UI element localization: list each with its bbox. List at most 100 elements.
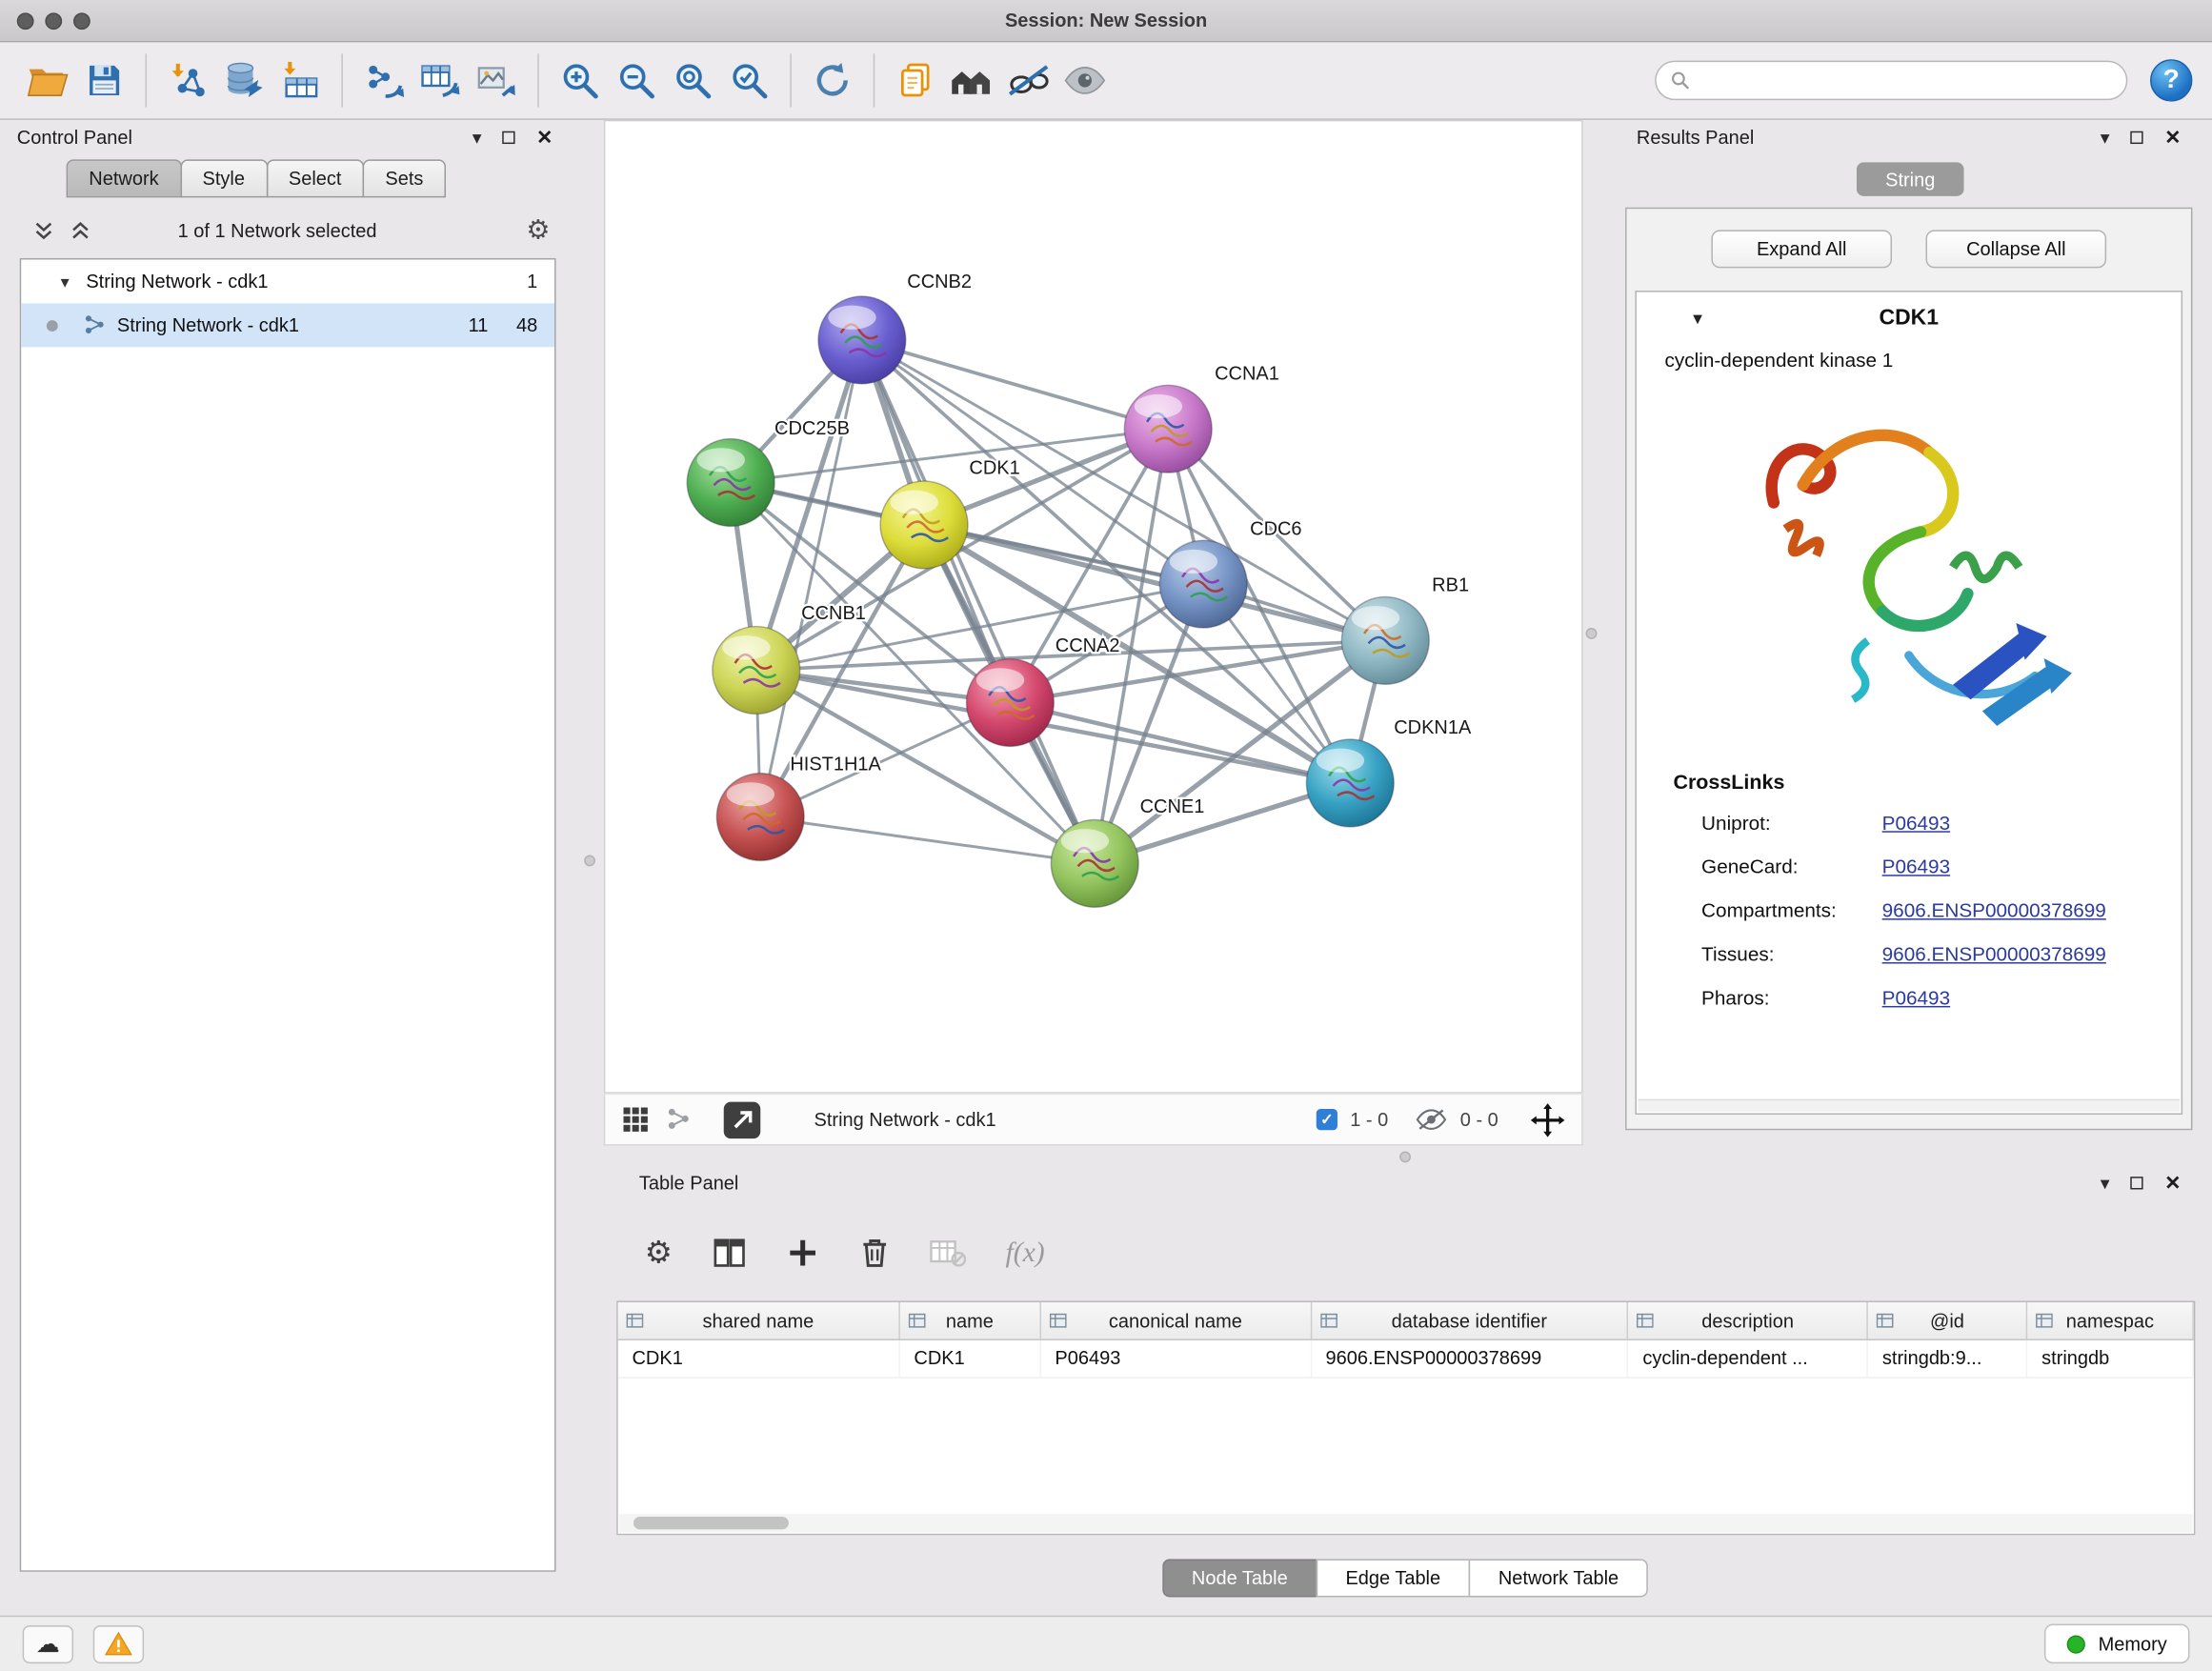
zoom-out-icon [615,59,657,101]
tab-node-table[interactable]: Node Table [1162,1559,1317,1597]
float-panel-icon[interactable]: ▾ [2101,1173,2110,1191]
maximize-panel-icon[interactable] [2131,131,2143,143]
network-node-cdkn1a[interactable]: CDKN1A [1306,717,1472,827]
column-header[interactable]: description [1629,1302,1869,1339]
scrollbar-thumb[interactable] [633,1517,789,1529]
network-view-icon[interactable] [666,1106,693,1133]
close-panel-icon[interactable]: ✕ [2164,1173,2181,1193]
graphics-details-button[interactable] [1056,50,1113,110]
delete-trash-icon[interactable] [859,1236,891,1270]
search-icon [1670,70,1690,91]
cloud-status-button[interactable]: ☁ [23,1624,73,1662]
collection-disclosure-icon[interactable]: ▾ [61,272,87,292]
expand-all-icon[interactable] [70,220,90,241]
horizontal-splitter-handle[interactable] [1399,1151,1411,1162]
export-image-button[interactable] [469,50,525,110]
function-builder-button[interactable]: f(x) [1006,1237,1045,1269]
pan-crosshair-icon[interactable] [1531,1102,1565,1137]
network-row[interactable]: String Network - cdk1 11 48 [21,303,554,347]
close-panel-icon[interactable]: ✕ [2164,127,2181,147]
column-header[interactable]: name [900,1302,1041,1339]
zoom-in-button[interactable] [552,50,608,110]
crosslink-value-link[interactable]: P06493 [1882,811,1951,834]
vertical-splitter-handle[interactable] [584,855,595,866]
copy-pages-button[interactable] [888,50,944,110]
network-edge[interactable] [862,340,1168,429]
maximize-window-button[interactable] [73,12,90,30]
save-session-button[interactable] [76,50,132,110]
maximize-panel-icon[interactable] [503,131,515,143]
import-network-file-button[interactable] [159,50,215,110]
import-network-icon [167,59,209,101]
crosslink-value-link[interactable]: P06493 [1882,985,1951,1008]
tab-network[interactable]: Network [67,159,182,197]
network-view-canvas[interactable]: CCNB2CCNA1CDC25BCDK1CDC6RB1CCNB1CCNA2CDK… [604,120,1583,1094]
tab-network-table[interactable]: Network Table [1469,1559,1649,1597]
zoom-out-button[interactable] [608,50,664,110]
warnings-button[interactable] [93,1624,144,1662]
fit-content-button[interactable] [665,50,721,110]
results-horizontal-scrollbar[interactable] [1638,1099,2180,1112]
network-selection-icon [363,59,405,101]
add-column-plus-icon[interactable] [786,1236,820,1270]
crosslink-value-link[interactable]: 9606.ENSP00000378699 [1882,898,2106,921]
import-table-file-button[interactable] [272,50,329,110]
column-type-icon [2036,1312,2053,1333]
selected-checkbox-icon[interactable]: ✓ [1317,1109,1337,1130]
collapse-all-icon[interactable] [34,220,54,241]
tab-style[interactable]: Style [180,159,268,197]
close-window-button[interactable] [17,12,34,30]
table-options-gear-icon[interactable]: ⚙ [645,1235,673,1272]
column-header[interactable]: database identifier [1312,1302,1629,1339]
minimize-window-button[interactable] [45,12,62,30]
table-panel: Table Panel ▾ ✕ ⚙ f(x) shared namenameca… [616,1165,2195,1615]
float-panel-icon[interactable]: ▾ [473,128,482,146]
home-networks-button[interactable] [944,50,1000,110]
birdseye-view-button[interactable] [724,1101,761,1138]
float-panel-icon[interactable]: ▾ [2101,128,2110,146]
expand-all-button[interactable]: Expand All [1711,230,1892,268]
network-node-ccna1[interactable]: CCNA1 [1124,363,1279,473]
gene-disclosure-icon[interactable]: ▾ [1693,308,1702,331]
show-columns-icon[interactable] [713,1236,747,1270]
network-node-rb1[interactable]: RB1 [1341,575,1469,685]
column-header[interactable]: namespac [2027,1302,2194,1339]
open-session-button[interactable] [20,50,76,110]
table-horizontal-scrollbar[interactable] [619,1514,2192,1532]
network-node-hist1h1a[interactable]: HIST1H1A [716,755,881,861]
network-node-ccnb1[interactable]: CCNB1 [713,603,866,714]
network-node-cdk1[interactable]: CDK1 [880,458,1020,569]
vertical-splitter-handle[interactable] [1586,628,1598,639]
collapse-all-button[interactable]: Collapse All [1926,230,2107,268]
crosslink-label: GeneCard: [1701,855,1882,877]
memory-button[interactable]: Memory [2044,1624,2189,1663]
network-edge[interactable] [760,340,862,817]
column-header[interactable]: canonical name [1041,1302,1312,1339]
maximize-panel-icon[interactable] [2131,1176,2143,1188]
network-options-gear-icon[interactable]: ⚙ [526,214,550,247]
search-input[interactable] [1700,70,2112,91]
toolbar-search[interactable] [1655,61,2127,100]
string-structures-toggle-button[interactable] [1000,50,1056,110]
network-edge[interactable] [862,340,1095,863]
new-network-from-selection-button[interactable] [355,50,412,110]
crosslink-value-link[interactable]: P06493 [1882,855,1951,877]
table-row[interactable]: CDK1CDK1P064939606.ENSP00000378699cyclin… [618,1340,2194,1379]
close-panel-icon[interactable]: ✕ [536,127,553,147]
help-button[interactable]: ? [2150,59,2192,101]
tab-edge-table[interactable]: Edge Table [1316,1559,1470,1597]
network-collection-row[interactable]: ▾ String Network - cdk1 1 [21,260,554,304]
refresh-view-button[interactable] [804,50,860,110]
column-header[interactable]: shared name [618,1302,900,1339]
tab-select[interactable]: Select [266,159,364,197]
crosslink-value-link[interactable]: 9606.ENSP00000378699 [1882,942,2106,965]
grid-view-icon[interactable] [622,1106,649,1133]
zoom-selected-button[interactable] [721,50,777,110]
new-network-from-table-button[interactable] [412,50,468,110]
tab-string[interactable]: String [1857,162,1964,196]
column-header[interactable]: @id [1868,1302,2027,1339]
import-network-database-button[interactable] [216,50,272,110]
tab-sets[interactable]: Sets [363,159,446,197]
network-edge[interactable] [760,816,1095,863]
network-node-cdc6[interactable]: CDC6 [1159,518,1301,628]
